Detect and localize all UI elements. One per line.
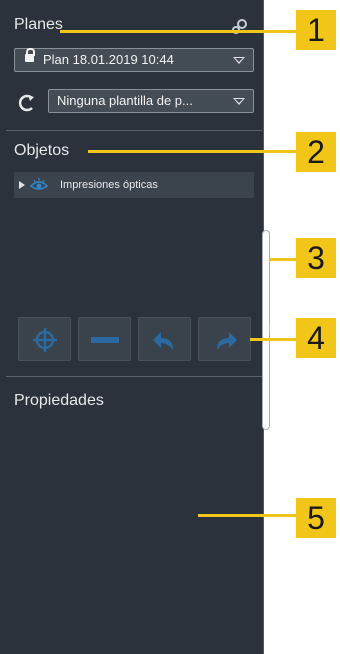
- callout-line-4: [250, 338, 296, 341]
- redo-button[interactable]: [198, 317, 251, 361]
- callout-5: 5: [296, 498, 336, 538]
- eye-icon[interactable]: [30, 177, 48, 193]
- lock-icon: [25, 48, 35, 62]
- undo-icon: [153, 332, 173, 350]
- callout-2: 2: [296, 132, 336, 172]
- minus-icon: [91, 337, 119, 343]
- tree-item-label: Impresiones ópticas: [60, 179, 158, 191]
- chevron-down-icon: [233, 57, 245, 64]
- callout-line-2: [88, 150, 296, 153]
- section-divider: [6, 376, 262, 377]
- crosshair-icon: [33, 328, 57, 352]
- template-icon[interactable]: [16, 92, 38, 114]
- collapse-all-button[interactable]: [78, 317, 131, 361]
- plan-select-value: Plan 18.01.2019 10:44: [43, 52, 174, 67]
- callout-4: 4: [296, 318, 336, 358]
- section-divider: [6, 130, 262, 131]
- callout-line-1: [60, 30, 296, 33]
- chevron-down-icon: [233, 98, 245, 105]
- callout-line-3: [270, 258, 296, 261]
- sidebar-panel: Planes Plan 18.01.2019 10:44 Ninguna pla…: [0, 0, 264, 654]
- gear-icon[interactable]: [230, 16, 250, 36]
- plan-select[interactable]: Plan 18.01.2019 10:44: [14, 48, 254, 72]
- undo-button[interactable]: [138, 317, 191, 361]
- template-select[interactable]: Ninguna plantilla de p...: [48, 89, 254, 113]
- propiedades-heading: Propiedades: [14, 392, 104, 409]
- template-select-value: Ninguna plantilla de p...: [57, 93, 193, 108]
- tree-item-impresiones[interactable]: Impresiones ópticas: [14, 172, 254, 198]
- center-object-button[interactable]: [18, 317, 71, 361]
- expand-arrow-icon[interactable]: [19, 181, 25, 189]
- redo-icon: [217, 332, 237, 350]
- callout-line-5: [198, 514, 296, 517]
- planes-heading: Planes: [14, 16, 63, 33]
- collapse-panel-icon[interactable]: [264, 322, 270, 334]
- callout-1: 1: [296, 10, 336, 50]
- callout-3: 3: [296, 238, 336, 278]
- objetos-heading: Objetos: [14, 142, 70, 159]
